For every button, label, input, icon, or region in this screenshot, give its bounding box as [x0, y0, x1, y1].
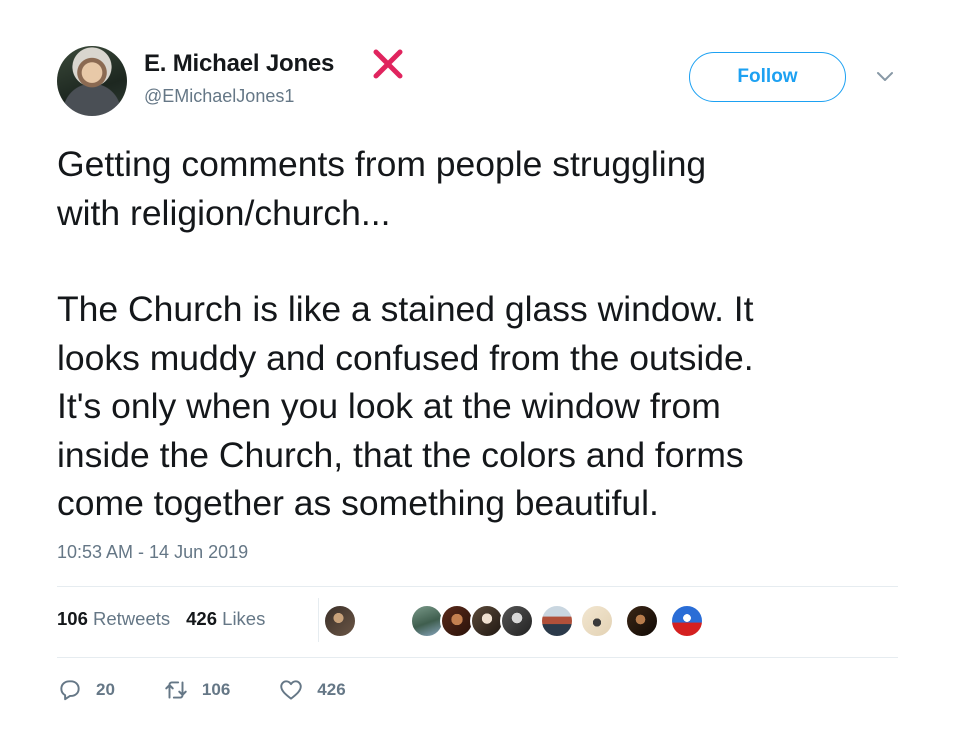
heart-icon — [280, 680, 303, 700]
divider — [57, 657, 898, 658]
retweet-icon — [165, 681, 187, 699]
tweet-text: Getting comments from people struggling … — [57, 140, 927, 528]
divider — [57, 586, 898, 587]
author-name[interactable]: E. Michael Jones — [144, 50, 334, 78]
follow-button[interactable]: Follow — [689, 52, 846, 102]
liker-avatar[interactable] — [540, 604, 574, 638]
liker-avatar[interactable] — [670, 604, 704, 638]
liker-avatar[interactable] — [500, 604, 534, 638]
tweet-timestamp[interactable]: 10:53 AM - 14 Jun 2019 — [57, 542, 248, 563]
liker-avatar[interactable] — [625, 604, 659, 638]
red-x-icon — [373, 49, 403, 79]
stats-separator — [318, 598, 319, 642]
retweet-count: 106 — [201, 680, 231, 699]
like-count: 426 — [317, 680, 346, 699]
engagement-stats: 106 Retweets 426 Likes — [57, 608, 265, 630]
reply-button[interactable]: 20 — [57, 677, 115, 703]
reply-icon — [60, 680, 80, 701]
liker-avatar[interactable] — [323, 604, 357, 638]
tweet-paragraph-2: The Church is like a stained glass windo… — [57, 289, 754, 523]
reply-count: 20 — [96, 680, 115, 699]
like-button[interactable]: 426 — [278, 677, 346, 703]
retweet-button[interactable]: 106 — [163, 677, 230, 703]
liker-avatar[interactable] — [410, 604, 444, 638]
retweet-stat[interactable]: 106 Retweets — [57, 608, 170, 630]
liker-avatar[interactable] — [580, 604, 614, 638]
avatar[interactable] — [57, 46, 127, 116]
tweet-paragraph-1: Getting comments from people struggling … — [57, 144, 707, 233]
like-stat[interactable]: 426 Likes — [186, 608, 265, 630]
tweet-actions: 20 106 426 — [57, 677, 394, 703]
author-handle[interactable]: @EMichaelJones1 — [144, 86, 294, 107]
liker-avatar[interactable] — [440, 604, 474, 638]
chevron-down-icon[interactable] — [876, 70, 894, 84]
liker-avatar[interactable] — [470, 604, 504, 638]
